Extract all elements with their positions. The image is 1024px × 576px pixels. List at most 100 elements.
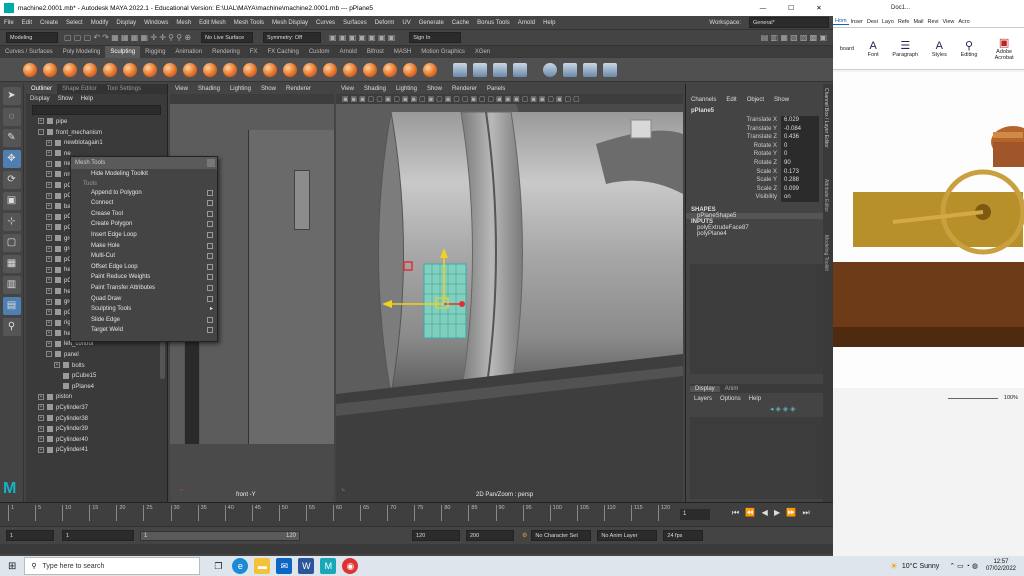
word-taskbar-icon[interactable]: W — [298, 558, 315, 574]
channel-attribute[interactable]: Visibility on — [686, 193, 833, 202]
shelf-tab[interactable]: Motion Graphics — [416, 46, 470, 58]
mail-icon[interactable]: ✉ — [276, 558, 293, 574]
viewport-menu-item[interactable]: Lighting — [230, 84, 251, 94]
viewport-menu-item[interactable]: Lighting — [396, 84, 417, 94]
mesh-tool-item[interactable]: Slide Edge — [71, 315, 217, 326]
sign-in-button[interactable]: Sign In — [409, 32, 462, 43]
expand-toggle-icon[interactable]: + — [38, 415, 44, 422]
word-tab[interactable]: Layo — [880, 19, 896, 25]
tab-shape-editor[interactable]: Shape Editor — [57, 86, 102, 92]
tab-display[interactable]: Display — [690, 385, 720, 392]
outliner-item[interactable]: + pCylinder37 — [26, 403, 167, 414]
word-tab[interactable]: Acro — [956, 19, 971, 25]
wax-tool-icon[interactable] — [223, 62, 237, 77]
expand-toggle-icon[interactable]: + — [46, 181, 52, 188]
close-icon[interactable] — [207, 159, 215, 167]
word-tab[interactable]: Refe — [896, 19, 912, 25]
expand-toggle-icon[interactable]: + — [38, 404, 44, 411]
select-tool-icon[interactable]: ➤ — [2, 87, 21, 105]
word-tab[interactable]: View — [941, 19, 957, 25]
close-button[interactable]: ✕ — [805, 4, 833, 12]
outliner-item[interactable]: + bolts — [26, 361, 167, 372]
unmask-tool-icon[interactable] — [423, 62, 437, 77]
menu-item[interactable]: Bonus Tools — [477, 20, 510, 26]
edge-icon[interactable]: e — [232, 558, 249, 574]
attribute-value-field[interactable]: 0.173 — [781, 167, 819, 177]
viewport-menu-item[interactable]: Shading — [364, 84, 386, 94]
pinch-tool-icon[interactable] — [103, 62, 117, 77]
relax-tool-icon[interactable] — [63, 62, 77, 77]
range-bar[interactable]: 1 120 — [140, 530, 300, 541]
weather-text[interactable]: 10°C Sunny — [902, 563, 939, 570]
expand-toggle-icon[interactable]: + — [46, 234, 52, 241]
mode-select[interactable]: Modeling — [6, 32, 58, 43]
viewport-menu-item[interactable]: Show — [261, 84, 276, 94]
shelf-tab[interactable]: Rigging — [140, 46, 170, 58]
attribute-value-field[interactable]: 0.288 — [781, 176, 819, 185]
expand-toggle-icon[interactable]: + — [38, 436, 44, 443]
word-tab-active[interactable]: Hom — [833, 18, 849, 25]
expand-toggle-icon[interactable]: - — [38, 129, 44, 136]
sphere-primitive-icon[interactable] — [543, 62, 557, 77]
attribute-value-field[interactable]: 0 — [781, 141, 819, 151]
outliner-item[interactable]: + pCylinder40 — [26, 435, 167, 446]
current-start-field[interactable]: 1 — [62, 530, 134, 541]
max-frame-field[interactable]: 200 — [466, 530, 514, 541]
viewport-menu-item[interactable]: View — [341, 84, 354, 94]
outliner-search-input[interactable] — [32, 105, 161, 115]
lattice-icon[interactable] — [583, 62, 597, 77]
single-view-icon[interactable]: ▢ — [2, 234, 21, 252]
shelf-tab[interactable]: FX — [245, 46, 263, 58]
scrape-tool-icon[interactable] — [243, 62, 257, 77]
channel-menu-item[interactable]: Channels — [691, 97, 716, 103]
channel-attribute[interactable]: Scale Z 0.099 — [686, 184, 833, 194]
expand-toggle-icon[interactable]: + — [38, 393, 44, 400]
option-box-icon[interactable] — [207, 242, 213, 249]
live-surface-field[interactable]: No Live Surface — [201, 32, 254, 43]
command-line[interactable] — [0, 544, 833, 554]
font-group[interactable]: A Font — [868, 40, 879, 58]
expand-toggle-icon[interactable]: + — [46, 309, 52, 316]
scale-tool-icon[interactable]: ▣ — [2, 192, 21, 210]
imprint-tool-icon[interactable] — [203, 62, 217, 77]
attribute-value-field[interactable]: 0.099 — [781, 184, 819, 194]
outliner-item[interactable]: - front_mechanism — [26, 128, 167, 139]
character-set-select[interactable]: No Character Set — [531, 530, 592, 541]
outliner-menu-item[interactable]: Show — [58, 96, 73, 102]
option-box-icon[interactable] — [207, 221, 213, 228]
side-tab-attribute-editor[interactable]: Attribute Editor — [823, 179, 829, 229]
side-tab-channel-box[interactable]: Channel Box / Layer Editor — [823, 88, 829, 173]
attribute-value-field[interactable]: 90 — [781, 158, 819, 168]
menu-item[interactable]: Arnold — [518, 20, 535, 26]
current-frame-field[interactable]: 1 — [680, 509, 710, 520]
option-box-icon[interactable] — [207, 295, 213, 302]
expand-toggle-icon[interactable]: + — [46, 330, 52, 337]
last-tool-icon[interactable]: ⊹ — [2, 213, 21, 231]
maximize-button[interactable]: ☐ — [777, 4, 805, 12]
option-box-icon[interactable] — [207, 189, 213, 196]
acrobat-group[interactable]: ▣ Adobe Acrobat — [991, 36, 1017, 61]
outliner-menu-item[interactable]: Help — [81, 96, 93, 102]
repeat-tool-icon[interactable] — [183, 62, 197, 77]
expand-toggle-icon[interactable]: + — [46, 224, 52, 231]
mesh-tool-item[interactable]: Crease Tool — [71, 209, 217, 220]
word-tab[interactable]: Mail — [911, 19, 925, 25]
move-tool-icon[interactable] — [453, 62, 467, 77]
channel-menu-item[interactable]: Object — [747, 97, 764, 103]
start-frame-field[interactable]: 1 — [6, 530, 54, 541]
menu-item[interactable]: UV — [402, 20, 410, 26]
sculpt-tool-icon[interactable] — [23, 62, 37, 77]
menu-item[interactable]: File — [4, 20, 14, 26]
expand-toggle-icon[interactable]: + — [46, 171, 52, 178]
expand-toggle-icon[interactable]: + — [46, 277, 52, 284]
transfer-icon[interactable] — [563, 62, 577, 77]
windows-start-icon[interactable]: ⊞ — [8, 561, 16, 572]
expand-toggle-icon[interactable]: + — [46, 287, 52, 294]
outliner-item[interactable]: + pCylinder39 — [26, 424, 167, 435]
attribute-value-field[interactable]: on — [781, 193, 819, 202]
paint-select-icon[interactable]: ✎ — [2, 129, 21, 147]
expand-toggle-icon[interactable]: + — [46, 256, 52, 263]
shelf-tab[interactable]: FX Caching — [262, 46, 303, 58]
viewport-menu-item[interactable]: View — [175, 84, 188, 94]
layer-buttons[interactable]: ◂ ◈ ◈ ◈ — [770, 405, 796, 413]
